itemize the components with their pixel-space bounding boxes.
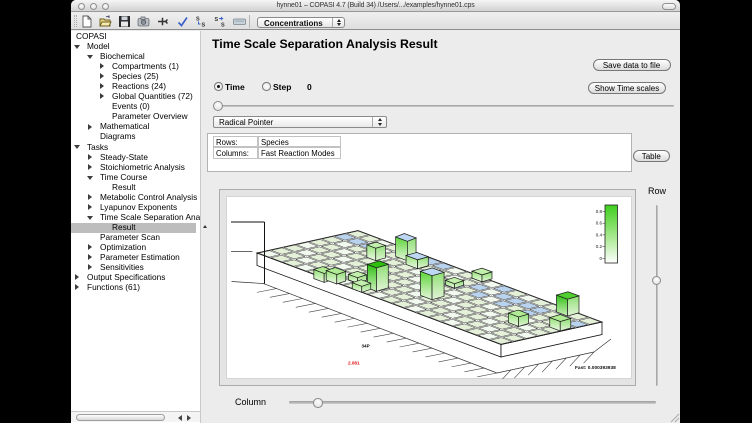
svg-text:2.081: 2.081: [348, 360, 360, 365]
svg-text:34P: 34P: [362, 343, 370, 348]
svg-text:S: S: [202, 22, 206, 28]
svg-text:0.6: 0.6: [596, 221, 603, 226]
svg-text:S: S: [215, 17, 219, 23]
svg-text:S: S: [221, 22, 225, 28]
svg-text:Fast: 0.000393938: Fast: 0.000393938: [575, 365, 616, 371]
svg-text:0.8: 0.8: [596, 209, 603, 214]
svg-text:0: 0: [599, 256, 602, 261]
svg-text:0.2: 0.2: [596, 244, 603, 249]
svg-text:0.4: 0.4: [596, 232, 603, 237]
